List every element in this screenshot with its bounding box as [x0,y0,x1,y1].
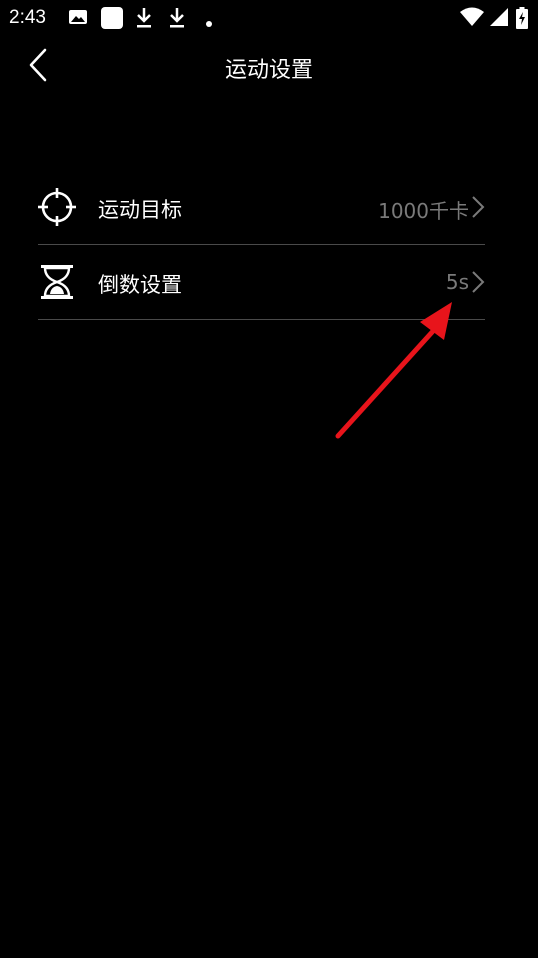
status-bar: 2:43 [0,0,538,36]
download-icon [168,7,186,33]
annotation-arrow [335,302,452,439]
image-icon [68,7,88,31]
settings-item-label: 倒数设置 [98,273,182,297]
chevron-right-icon [471,195,485,219]
settings-item-label: 运动目标 [98,198,182,222]
status-time: 2:43 [9,7,46,28]
wifi-icon [460,7,484,31]
download-icon [135,7,153,33]
crosshair-icon [38,188,76,226]
settings-list: 运动目标 1000千卡 倒数设置 5s [38,170,485,320]
square-app-icon [101,7,123,33]
settings-item-exercise-goal[interactable]: 运动目标 1000千卡 [38,170,485,245]
hourglass-icon [38,263,76,301]
settings-item-value: 5s [445,270,469,294]
settings-item-value: 1000千卡 [378,199,469,223]
signal-icon [489,7,509,31]
page-title: 运动设置 [224,58,313,83]
chevron-right-icon [471,270,485,294]
settings-item-countdown[interactable]: 倒数设置 5s [38,245,485,320]
app-header: 运动设置 [0,36,538,100]
battery-charging-icon [516,7,528,33]
dot-icon [205,13,213,32]
